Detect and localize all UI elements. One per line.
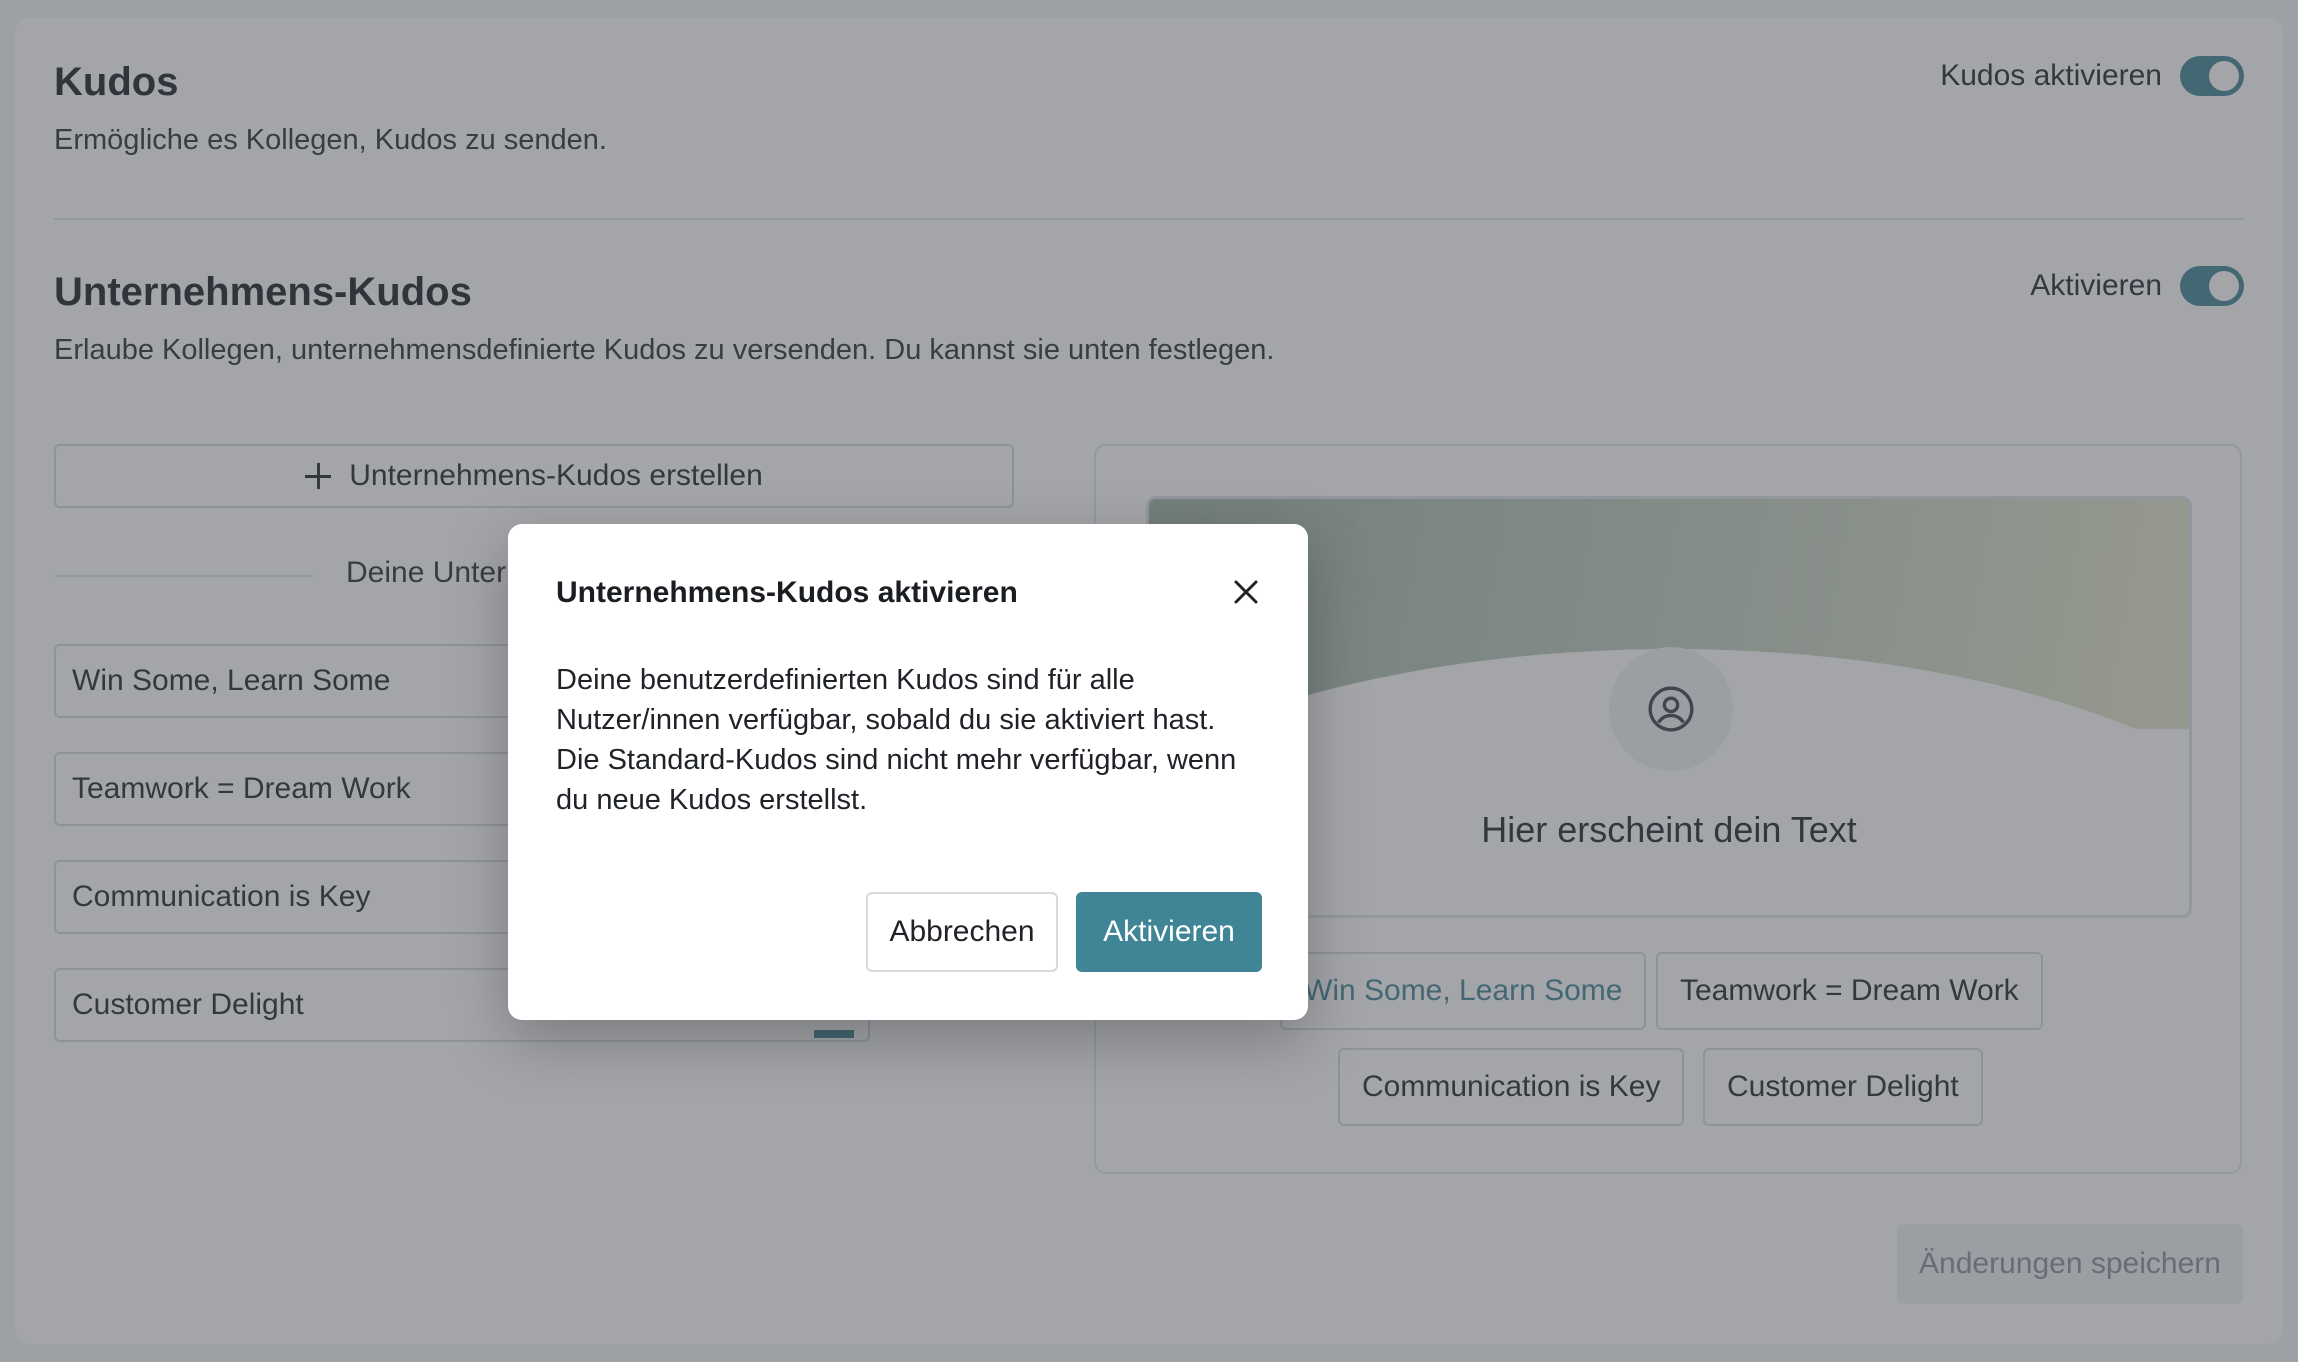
cancel-button[interactable]: Abbrechen bbox=[866, 892, 1058, 972]
dialog-body-line: Die Standard-Kudos sind nicht mehr verfü… bbox=[556, 744, 1237, 776]
dialog-body-line: Deine benutzerdefinierten Kudos sind für… bbox=[556, 664, 1135, 696]
dialog-body: Deine benutzerdefinierten Kudos sind für… bbox=[556, 660, 1276, 820]
cancel-button-label: Abbrechen bbox=[889, 915, 1035, 948]
activate-button-label: Aktivieren bbox=[1103, 915, 1235, 948]
dialog-body-line: du neue Kudos erstellst. bbox=[556, 784, 868, 816]
dialog-title: Unternehmens-Kudos aktivieren bbox=[556, 576, 1018, 609]
page: Kudos Ermögliche es Kollegen, Kudos zu s… bbox=[0, 0, 2298, 1362]
activate-company-kudos-dialog: Unternehmens-Kudos aktivieren Deine benu… bbox=[508, 524, 1308, 1020]
close-icon[interactable] bbox=[1228, 574, 1264, 610]
activate-button[interactable]: Aktivieren bbox=[1076, 892, 1262, 972]
dialog-body-line: Nutzer/innen verfügbar, sobald du sie ak… bbox=[556, 704, 1216, 736]
